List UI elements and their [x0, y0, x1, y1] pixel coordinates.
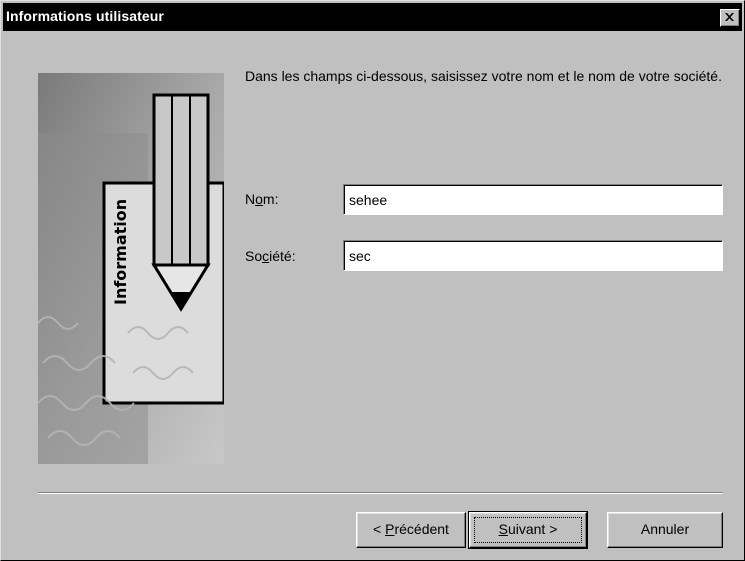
setup-dialog: Informations utilisateur Information Dan…: [0, 0, 745, 561]
company-label: Société:: [245, 248, 296, 264]
close-button[interactable]: [720, 9, 740, 27]
pencil-icon: [151, 93, 211, 312]
window-title: Informations utilisateur: [6, 8, 164, 24]
instruction-text: Dans les champs ci-dessous, saisissez vo…: [245, 68, 722, 84]
close-icon: [725, 13, 734, 21]
company-input[interactable]: sec: [343, 240, 723, 271]
name-label: Nom:: [245, 191, 279, 207]
side-image-caption: Information: [111, 199, 130, 305]
wizard-side-image: Information: [38, 73, 224, 464]
pencil-on-document-icon: Information: [38, 73, 224, 464]
name-input[interactable]: sehee: [343, 184, 723, 215]
back-button[interactable]: < Précédent: [356, 512, 466, 548]
button-separator: [38, 492, 723, 494]
next-button[interactable]: Suivant >: [468, 511, 588, 549]
title-bar[interactable]: Informations utilisateur: [3, 3, 742, 31]
cancel-button[interactable]: Annuler: [607, 512, 723, 548]
